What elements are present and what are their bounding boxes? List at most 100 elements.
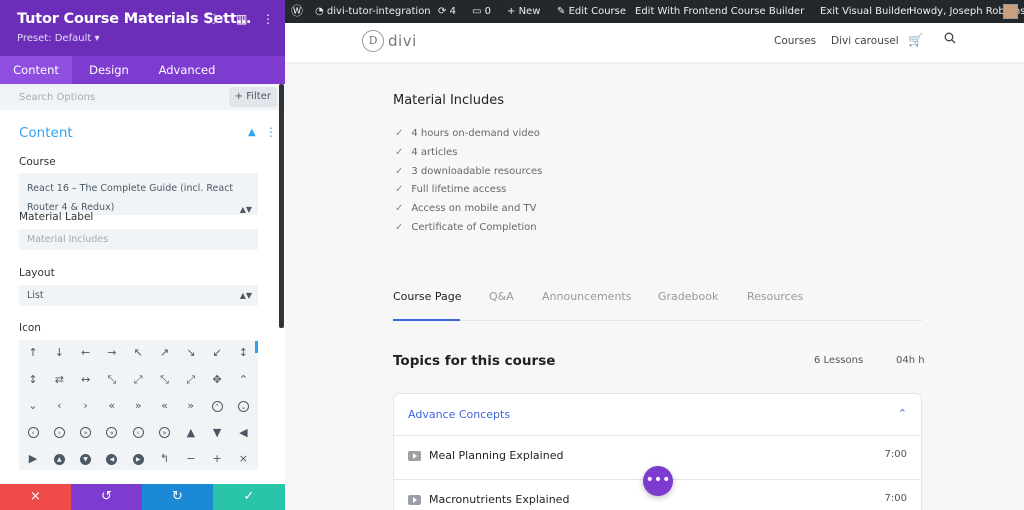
cart-icon[interactable]: 🛒 <box>908 33 923 47</box>
material-item: ✓ Certificate of Completion <box>395 222 537 233</box>
icon-option-icon[interactable]: ✥ <box>204 367 230 393</box>
panel-scrollbar[interactable] <box>279 84 284 328</box>
icon-option-icon[interactable]: ⌄ <box>230 393 256 419</box>
nav-divi-carousel[interactable]: Divi carousel <box>831 35 899 47</box>
icon-option-icon[interactable]: » <box>178 393 204 419</box>
icon-option-icon[interactable]: › <box>46 420 72 446</box>
icon-option-icon[interactable]: ↓ <box>46 340 72 366</box>
icon-option-icon[interactable]: ‹ <box>46 393 72 419</box>
icon-option-icon[interactable]: ▲ <box>178 420 204 446</box>
icon-option-icon[interactable]: › <box>73 393 99 419</box>
icon-option-icon[interactable]: ⤡ <box>152 367 178 393</box>
panel-action-bar: × ↺ ↻ ✓ <box>0 484 285 510</box>
chevron-up-icon[interactable]: ▲ <box>248 127 256 138</box>
tab-content[interactable]: Content <box>0 56 72 84</box>
icon-option-icon[interactable]: » <box>125 393 151 419</box>
icon-option-icon[interactable]: ‹ <box>20 420 46 446</box>
chevron-up-icon[interactable]: ⌃ <box>898 407 907 420</box>
icon-option-icon[interactable]: ← <box>73 340 99 366</box>
icon-option-icon[interactable]: ▶ <box>20 446 46 472</box>
section-more-icon[interactable]: ⋮ <box>265 125 277 139</box>
search-icon[interactable] <box>944 32 956 44</box>
nav-courses[interactable]: Courses <box>774 35 816 47</box>
undo-icon: ↺ <box>101 489 112 504</box>
tab-announcements[interactable]: Announcements <box>542 290 631 303</box>
frontend-builder-link[interactable]: Edit With Frontend Course Builder <box>635 0 804 23</box>
icon-option-icon[interactable]: ◀ <box>230 420 256 446</box>
icon-option-icon[interactable]: ↗ <box>152 340 178 366</box>
icon-option-icon[interactable]: × <box>230 446 256 472</box>
save-button[interactable]: ✓ <box>213 484 285 510</box>
icon-option-icon[interactable]: ⌃ <box>204 393 230 419</box>
tab-resources[interactable]: Resources <box>747 290 803 303</box>
logo-mark[interactable]: D <box>362 30 384 52</box>
tab-course-page[interactable]: Course Page <box>393 290 462 303</box>
icon-option-icon[interactable]: ⌃ <box>230 367 256 393</box>
edit-course-link[interactable]: ✎ Edit Course <box>557 0 626 23</box>
icon-option-icon[interactable]: ▶ <box>125 446 151 472</box>
layout-select[interactable]: List ▲▼ <box>19 285 258 306</box>
icon-option-icon[interactable]: » <box>73 420 99 446</box>
icon-option-icon[interactable]: ⇄ <box>46 367 72 393</box>
icon-option-icon[interactable]: ⤢ <box>125 367 151 393</box>
preset-dropdown[interactable]: Preset: Default ▾ <box>17 33 99 44</box>
filter-button[interactable]: + Filter <box>228 87 277 107</box>
comments-link[interactable]: ▭ 0 <box>472 0 491 23</box>
icon-option-icon[interactable]: « <box>99 420 125 446</box>
icon-option-icon[interactable]: ▼ <box>204 420 230 446</box>
icon-option-icon[interactable]: « <box>152 393 178 419</box>
section-title-content[interactable]: Content <box>19 125 73 141</box>
icon-grid-scroll-indicator[interactable] <box>255 341 258 353</box>
icon-option-icon[interactable]: ↕ <box>230 340 256 366</box>
tab-qa[interactable]: Q&A <box>489 290 514 303</box>
topic-header[interactable]: Advance Concepts ⌃ <box>394 394 921 436</box>
pencil-icon: ✎ <box>557 6 569 17</box>
icon-option-icon[interactable]: − <box>178 446 204 472</box>
icon-option-icon[interactable]: ↖ <box>125 340 151 366</box>
icon-option-icon[interactable]: → <box>99 340 125 366</box>
exit-visual-builder-link[interactable]: Exit Visual Builder <box>820 0 911 23</box>
icon-option-icon[interactable]: ⤢ <box>178 367 204 393</box>
cancel-button[interactable]: × <box>0 484 71 510</box>
icon-option-icon[interactable]: ⌄ <box>20 393 46 419</box>
logo-text[interactable]: divi <box>388 32 417 50</box>
select-arrows-icon: ▲▼ <box>239 291 252 300</box>
icon-option-icon[interactable]: ↰ <box>152 446 178 472</box>
material-item: ✓ Access on mobile and TV <box>395 203 536 214</box>
builder-settings-button[interactable]: ••• <box>643 466 673 496</box>
tab-advanced[interactable]: Advanced <box>146 56 228 84</box>
icon-option-icon[interactable]: ◀ <box>99 446 125 472</box>
icon-option-icon[interactable]: » <box>152 420 178 446</box>
wordpress-logo-icon[interactable]: Ⓦ <box>291 0 303 23</box>
icon-option-icon[interactable]: « <box>99 393 125 419</box>
more-options-icon[interactable]: ⋮ <box>262 12 274 26</box>
split-view-icon[interactable]: ▥ <box>236 12 247 26</box>
new-link[interactable]: + New <box>507 0 540 23</box>
expand-icon[interactable]: ⛶ <box>207 12 215 27</box>
icon-option-icon[interactable]: ▲ <box>46 446 72 472</box>
site-name-link[interactable]: ◔ divi-tutor-integration <box>315 0 431 23</box>
lesson-title: Meal Planning Explained <box>429 449 564 462</box>
course-select[interactable]: React 16 – The Complete Guide (incl. Rea… <box>19 173 258 215</box>
updates-icon: ⟳ <box>438 6 450 17</box>
icon-option-icon[interactable]: ⤡ <box>99 367 125 393</box>
tab-gradebook[interactable]: Gradebook <box>658 290 718 303</box>
panel-header: Tutor Course Materials Sett… Preset: Def… <box>0 0 285 56</box>
undo-button[interactable]: ↺ <box>71 484 142 510</box>
redo-button[interactable]: ↻ <box>142 484 213 510</box>
icon-option-icon[interactable]: ↙ <box>204 340 230 366</box>
icon-option-icon[interactable]: ↕ <box>20 367 46 393</box>
updates-link[interactable]: ⟳ 4 <box>438 0 456 23</box>
icon-option-icon[interactable]: ↔ <box>73 367 99 393</box>
icon-option-icon[interactable]: ▼ <box>73 446 99 472</box>
material-label-input[interactable]: Material Includes <box>19 229 258 250</box>
icon-option-icon[interactable]: ↑ <box>20 340 46 366</box>
tab-design[interactable]: Design <box>72 56 146 84</box>
icon-picker-grid: ↑ ↓ ← → ↖ ↗ ↘ ↙ ↕ ↕ ⇄ ↔ ⤡ ⤢ ⤡ ⤢ ✥ ⌃ ⌄ ‹ › «» «» ⌃ ⌄ ‹ ›» «‹» ▲ ▼ ◀ ▶ ▲ ▼ ◀… <box>19 340 258 470</box>
avatar[interactable] <box>1003 4 1018 19</box>
material-item: ✓ 4 articles <box>395 147 458 158</box>
icon-option-icon[interactable]: ‹ <box>125 420 151 446</box>
icon-option-icon[interactable]: ↘ <box>178 340 204 366</box>
icon-option-icon[interactable]: + <box>204 446 230 472</box>
search-options-input[interactable] <box>0 84 220 110</box>
